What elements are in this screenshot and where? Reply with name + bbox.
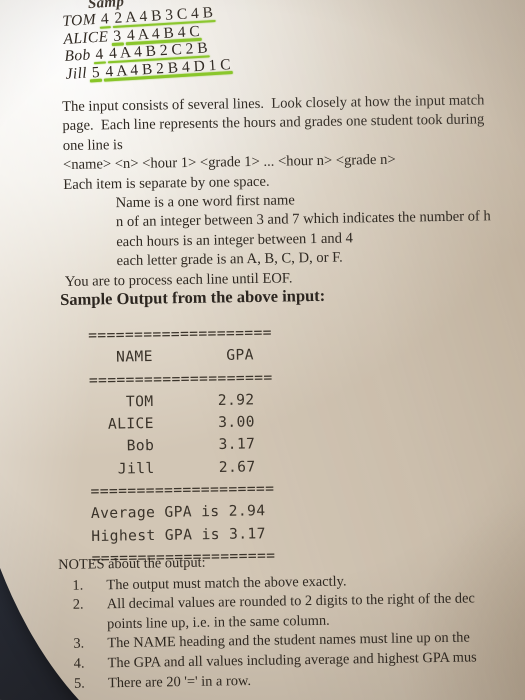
highlighted-count: 5 (91, 63, 101, 81)
highlighted-count: 3 (112, 27, 122, 45)
note-number: 4. (73, 655, 85, 672)
student-name: TOM (61, 11, 97, 30)
student-name: Bob (64, 46, 92, 65)
note-number: 5. (73, 675, 85, 692)
notes-section: NOTES about the output: 1. The output mus… (58, 548, 525, 694)
note-text: The output must match the above exactly. (106, 573, 347, 593)
student-name: Jill (65, 64, 88, 83)
console-rule: ==================== (88, 368, 273, 389)
description-paragraph: The input consists of several lines. Loo… (62, 90, 525, 292)
console-average-line: Average GPA is 2.94 (90, 502, 266, 523)
note-number: 1. (72, 577, 84, 594)
console-rule: ==================== (88, 324, 273, 344)
note-text: All decimal values are rounded to 2 digi… (106, 590, 475, 613)
page-content: Samp TOM 4 2 A 4 B 3 C 4 B ALICE 3 4 A 4… (0, 0, 525, 700)
photo-canvas: Samp TOM 4 2 A 4 B 3 C 4 B ALICE 3 4 A 4… (0, 0, 525, 700)
console-row: TOM 2.92 (89, 391, 255, 411)
highlighted-count: 4 (95, 45, 104, 64)
note-number: 2. (72, 596, 84, 613)
console-header: NAME GPA (88, 346, 254, 367)
highlighted-count: 4 (100, 10, 110, 28)
note-number: 3. (73, 635, 85, 653)
console-highest-line: Highest GPA is 3.17 (91, 524, 266, 545)
sample-input-block: TOM 4 2 A 4 B 3 C 4 B ALICE 3 4 A 4 B 4 … (62, 4, 232, 84)
console-row: Bob 3.17 (89, 435, 256, 456)
student-name: ALICE (62, 27, 109, 48)
sample-output-console: ==================== NAME GPA ==========… (88, 322, 276, 570)
sample-output-title: Sample Output from the above input: (60, 285, 326, 309)
note-text: The GPA and all values including average… (107, 649, 477, 672)
console-rule: ==================== (90, 480, 275, 501)
note-text: There are 20 '=' in a row. (107, 672, 252, 691)
console-row: ALICE 3.00 (89, 413, 256, 434)
note-text: The NAME heading and the student names m… (107, 629, 470, 652)
console-row: Jill 2.67 (90, 458, 256, 478)
